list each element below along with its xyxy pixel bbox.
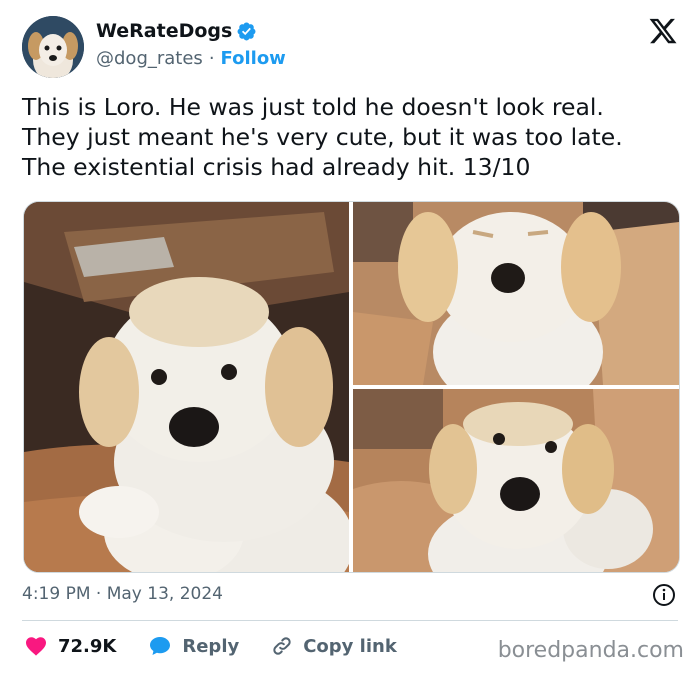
divider — [22, 620, 678, 621]
dog-photo-bottom-right[interactable] — [353, 389, 679, 572]
dog-photo-top-right[interactable] — [353, 202, 679, 385]
display-name[interactable]: WeRateDogs — [96, 20, 232, 42]
tweet-text-line: This is Loro. He was just told he doesn'… — [22, 93, 604, 121]
like-button[interactable]: 72.9K — [24, 634, 116, 658]
tweet-text: This is Loro. He was just told he doesn'… — [22, 92, 682, 182]
link-icon — [271, 635, 293, 657]
handle-separator: · — [208, 48, 215, 69]
like-count: 72.9K — [58, 635, 117, 657]
verified-badge-icon — [236, 21, 257, 42]
reply-label: Reply — [182, 635, 240, 657]
action-bar: 72.9K Reply Copy link — [24, 634, 429, 658]
tweet-timestamp[interactable]: 4:19 PM · May 13, 2024 — [22, 584, 223, 604]
author-name-row[interactable]: WeRateDogs — [96, 20, 257, 42]
follow-button[interactable]: Follow — [221, 48, 286, 69]
tweet-text-line: They just meant he's very cute, but it w… — [22, 123, 623, 151]
copy-link-label: Copy link — [303, 635, 397, 657]
handle-row: @dog_rates · Follow — [96, 48, 286, 69]
reply-button[interactable]: Reply — [148, 634, 239, 658]
watermark: boredpanda.com — [497, 638, 684, 663]
heart-icon — [24, 634, 48, 658]
tweet-text-line: The existential crisis had already hit. … — [22, 153, 531, 181]
copy-link-button[interactable]: Copy link — [271, 635, 397, 657]
reply-bubble-icon — [148, 634, 172, 658]
x-logo-icon[interactable] — [648, 16, 678, 46]
info-icon[interactable] — [652, 583, 676, 607]
dog-photo-main[interactable] — [24, 202, 349, 572]
media-grid — [23, 201, 680, 573]
handle[interactable]: @dog_rates — [96, 48, 203, 69]
avatar[interactable] — [22, 16, 84, 78]
